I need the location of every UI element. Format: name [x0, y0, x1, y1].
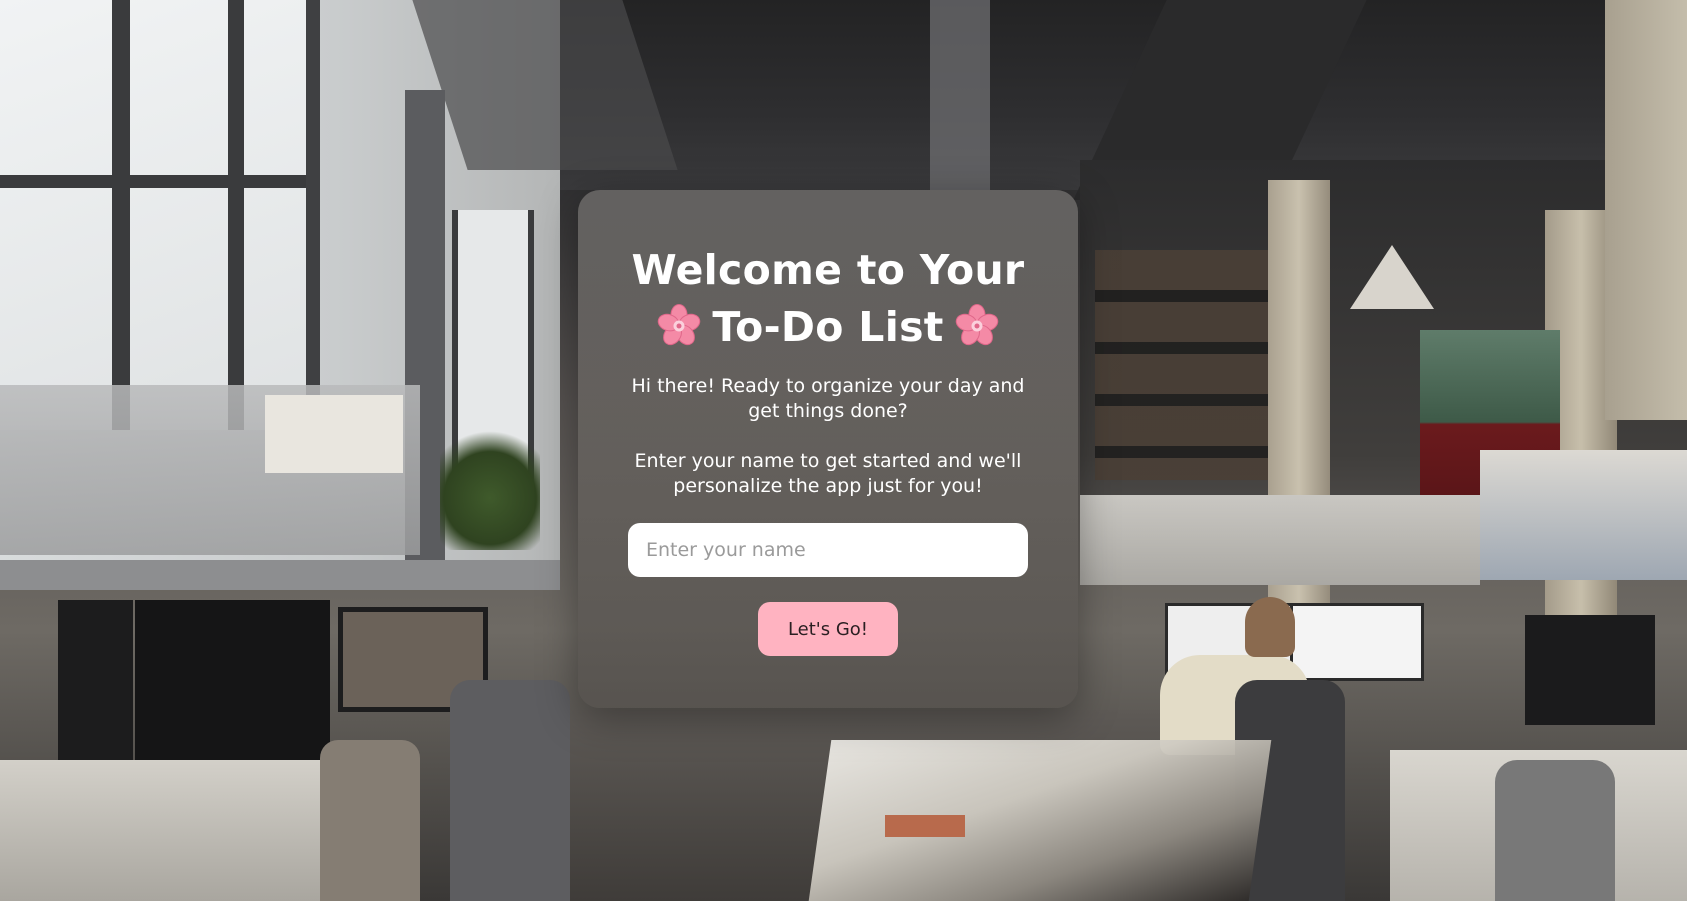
instruction-text: Enter your name to get started and we'll… [634, 450, 1022, 497]
background-bookshelf [1095, 250, 1275, 480]
name-input[interactable] [628, 523, 1028, 577]
background-duct [930, 0, 990, 190]
background-shelf [1080, 495, 1480, 585]
background-person-head [1245, 597, 1295, 657]
background-book [885, 815, 965, 837]
background-storage-box [265, 395, 403, 473]
background-plants [440, 420, 540, 550]
background-monitor [1290, 603, 1424, 681]
welcome-card: Welcome to Your To-Do List Hi there! Rea… [578, 190, 1078, 708]
cherry-blossom-icon [656, 303, 702, 349]
background-window-frame [0, 0, 320, 430]
welcome-title-line-2: To-Do List [578, 299, 1078, 356]
welcome-title: Welcome to Your To-Do List [578, 242, 1078, 356]
background-chair [320, 740, 420, 901]
background-shelf [1480, 450, 1687, 580]
background-monitor [135, 600, 330, 765]
intro-text: Hi there! Ready to organize your day and… [631, 375, 1025, 422]
app-screen: Welcome to Your To-Do List Hi there! Rea… [0, 0, 1687, 901]
welcome-title-text: To-Do List [712, 303, 944, 351]
background-wall-logo [1350, 245, 1434, 309]
background-monitor [1525, 615, 1655, 725]
cherry-blossom-icon [954, 303, 1000, 349]
background-column [1605, 0, 1687, 420]
background-monitor [58, 600, 133, 760]
background-desk [0, 560, 560, 590]
lets-go-button[interactable]: Let's Go! [758, 602, 898, 656]
background-chair [1495, 760, 1615, 901]
welcome-title-line-1: Welcome to Your [631, 246, 1025, 294]
background-papers [808, 740, 1272, 901]
background-chair [450, 680, 570, 901]
